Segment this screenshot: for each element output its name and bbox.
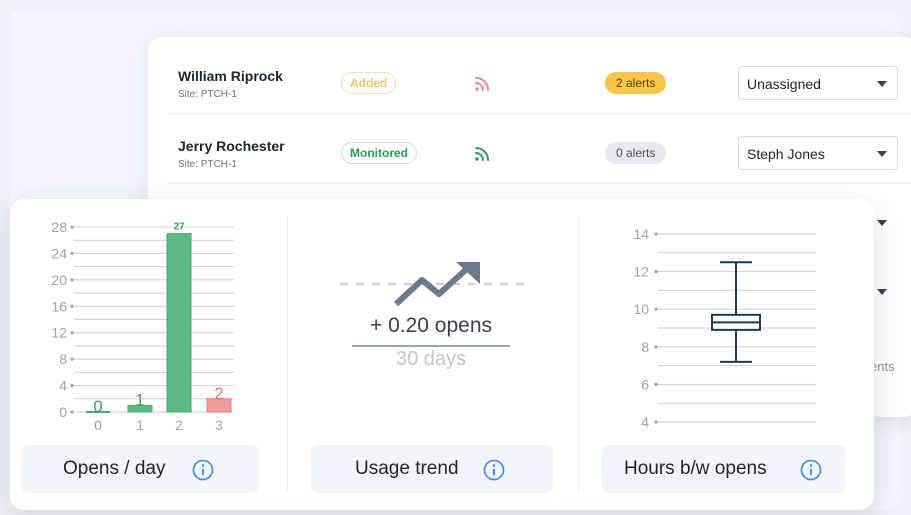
y-tick-mark: [70, 410, 74, 414]
y-tick-label: 8: [59, 351, 67, 367]
info-icon[interactable]: [800, 459, 822, 481]
opens-per-day-label-panel: Opens / day: [21, 445, 259, 493]
y-tick-label: 14: [633, 226, 649, 242]
trend-divider: [352, 345, 510, 347]
y-tick-mark: [70, 278, 74, 282]
panel-title: Usage trend: [355, 458, 459, 479]
x-tick-label: 1: [136, 417, 144, 433]
y-tick-mark: [654, 420, 658, 424]
y-tick-label: 24: [51, 245, 67, 261]
y-tick-mark: [70, 251, 74, 256]
alerts-badge[interactable]: 0 alerts: [605, 142, 667, 164]
assignee-value: Steph Jones: [747, 146, 825, 162]
wifi-signal-icon: [475, 147, 489, 161]
divider: [578, 216, 579, 491]
y-tick-label: 10: [633, 301, 649, 317]
alerts-badge[interactable]: 2 alerts: [605, 72, 667, 94]
y-tick-mark: [70, 225, 74, 229]
info-icon[interactable]: [192, 459, 214, 481]
status-badge: Monitored: [341, 142, 417, 164]
status-badge: Added: [341, 72, 397, 94]
data-label: 0: [93, 397, 102, 416]
y-tick-mark: [70, 383, 74, 388]
y-tick-mark: [654, 232, 658, 236]
y-tick-mark: [654, 307, 658, 311]
data-label: 27: [173, 222, 185, 233]
usage-trend-label-panel: Usage trend: [311, 445, 553, 493]
table-row[interactable]: William Riprock Site: PTCH-1 Added 2 ale…: [168, 52, 911, 114]
trend-arrow-icon: [340, 262, 524, 307]
x-tick-label: 2: [175, 417, 183, 433]
patient-name[interactable]: William Riprock: [178, 68, 283, 84]
opens-per-day-chart: 0481216202428001127223: [51, 219, 234, 433]
divider: [287, 216, 288, 491]
y-tick-label: 12: [51, 325, 67, 341]
y-tick-label: 12: [633, 264, 649, 280]
y-tick-label: 0: [59, 404, 67, 420]
y-tick-mark: [654, 345, 658, 349]
y-tick-label: 28: [51, 219, 67, 235]
assignee-select[interactable]: Steph Jones: [738, 136, 898, 170]
patient-site: Site: PTCH-1: [178, 159, 237, 170]
y-tick-label: 4: [641, 414, 649, 430]
x-tick-label: 3: [215, 417, 223, 433]
caret-down-icon[interactable]: [877, 289, 887, 295]
data-label: 2: [214, 384, 223, 403]
y-tick-label: 8: [641, 339, 649, 355]
y-tick-mark: [70, 357, 74, 361]
patient-site: Site: PTCH-1: [178, 89, 237, 100]
panel-title: Opens / day: [63, 458, 166, 479]
panel-title: Hours b/w opens: [624, 458, 767, 479]
hours-between-opens-label-panel: Hours b/w opens: [602, 445, 845, 493]
caret-down-icon: [877, 151, 887, 157]
y-tick-mark: [654, 270, 658, 274]
y-tick-mark: [654, 382, 658, 386]
y-tick-mark: [70, 331, 74, 335]
assignee-value: Unassigned: [747, 76, 821, 92]
patient-name[interactable]: Jerry Rochester: [178, 138, 285, 154]
y-tick-label: 4: [59, 378, 67, 394]
caret-down-icon[interactable]: [877, 220, 887, 226]
trend-value: + 0.20 opens: [369, 314, 493, 337]
x-tick-label: 0: [94, 417, 102, 433]
assignee-select[interactable]: Unassigned: [738, 66, 898, 100]
info-icon[interactable]: [483, 459, 505, 481]
y-tick-label: 6: [641, 376, 649, 392]
y-tick-mark: [70, 304, 74, 308]
table-row[interactable]: Jerry Rochester Site: PTCH-1 Monitored 0…: [168, 122, 911, 184]
caret-down-icon: [877, 81, 887, 87]
bar: [166, 233, 192, 413]
y-tick-label: 20: [51, 272, 67, 288]
trend-period: 30 days: [395, 348, 467, 370]
wifi-signal-icon: [475, 77, 489, 91]
hours-between-opens-chart: 4 6 8 10 12 14: [633, 226, 816, 430]
y-tick-label: 16: [51, 298, 67, 314]
data-label: 1: [135, 390, 144, 409]
